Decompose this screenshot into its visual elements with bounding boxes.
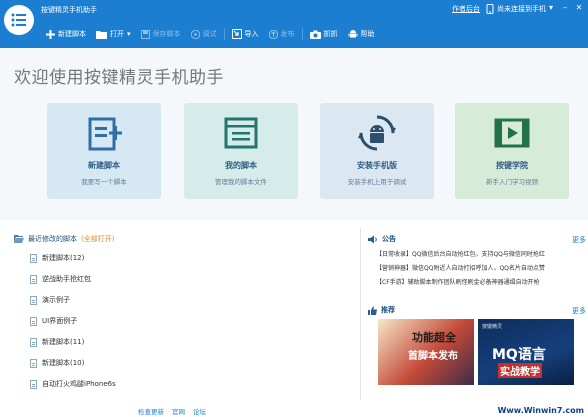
camera-icon bbox=[309, 30, 321, 39]
panel-divider bbox=[360, 228, 361, 400]
notice-panel: 公告 更多 【日常收录】QQ微信后台自动抢红包，支持QQ与微信同时抢红 【营销神… bbox=[368, 232, 588, 286]
open-button[interactable]: 打开 ▾ bbox=[91, 25, 136, 43]
card-subtitle: 我要写一个脚本 bbox=[81, 178, 127, 186]
skin-icon[interactable]: ▾ bbox=[546, 3, 556, 13]
help-button[interactable]: 帮助 bbox=[343, 25, 380, 43]
publish-icon bbox=[268, 29, 278, 39]
folder-open-icon bbox=[14, 235, 24, 243]
welcome-panel: 欢迎使用按键精灵手机助手 新建脚本 我要写一个脚本 我的脚本 管理我的脚本文件 bbox=[0, 48, 588, 220]
recommend-panel: 推荐 更多 功能超全 首脚本发布 按键精灵 MQ语言 实战教学 bbox=[368, 303, 588, 385]
list-item[interactable]: 【营销神器】微信QQ附近人自动打招呼加人，QQ名片自动点赞 bbox=[376, 263, 576, 272]
list-item[interactable]: 自动打火鸡腿iPhone6s bbox=[30, 378, 116, 390]
check-update-link[interactable]: 检查更新 bbox=[138, 406, 164, 416]
card-title: 按键学院 bbox=[496, 161, 528, 170]
card-title: 我的脚本 bbox=[225, 161, 257, 170]
notice-more-link[interactable]: 更多 bbox=[572, 235, 586, 245]
file-icon bbox=[30, 316, 37, 326]
toolbar: 新建脚本 打开 ▾ 保存脚本 调试 导入 发布 抓抓 帮助 bbox=[41, 25, 380, 43]
import-button[interactable]: 导入 bbox=[227, 25, 264, 43]
open-all-link[interactable]: (全部打开) bbox=[81, 234, 114, 244]
website-link[interactable]: 官网 bbox=[172, 406, 185, 416]
file-icon bbox=[30, 253, 37, 263]
plus-icon bbox=[46, 29, 55, 39]
toolbar-divider bbox=[223, 28, 225, 40]
forum-link[interactable]: 论坛 bbox=[193, 406, 206, 416]
recent-title: 最近修改的脚本 bbox=[28, 235, 77, 243]
phone-icon bbox=[486, 4, 494, 14]
list-item[interactable]: UI界面例子 bbox=[30, 315, 77, 327]
title-bar: 按键精灵手机助手 作者后台 尚未连接到手机 ▾ – ✕ 新建脚本 打开 ▾ 保存… bbox=[0, 0, 588, 48]
file-icon bbox=[30, 337, 37, 347]
android-install-icon bbox=[358, 115, 396, 151]
file-icon bbox=[30, 379, 37, 389]
app-title: 按键精灵手机助手 bbox=[41, 6, 97, 14]
speaker-icon bbox=[368, 235, 377, 243]
play-icon bbox=[190, 29, 200, 39]
my-scripts-card[interactable]: 我的脚本 管理我的脚本文件 bbox=[184, 103, 298, 199]
promo-banner[interactable]: 按键精灵 MQ语言 实战教学 bbox=[478, 319, 574, 385]
thumbs-up-icon bbox=[368, 306, 377, 315]
video-icon bbox=[494, 118, 530, 148]
list-item[interactable]: 演示例子 bbox=[30, 294, 70, 306]
recommend-title: 推荐 bbox=[381, 306, 395, 314]
card-subtitle: 安装手机上用于调试 bbox=[347, 178, 407, 186]
app-menu-button[interactable] bbox=[4, 5, 34, 35]
save-icon bbox=[140, 29, 150, 39]
publish-button[interactable]: 发布 bbox=[264, 25, 300, 43]
file-icon bbox=[30, 295, 37, 305]
footer-links: 检查更新 官网 论坛 bbox=[138, 406, 206, 416]
android-icon bbox=[348, 30, 358, 38]
debug-button[interactable]: 调试 bbox=[186, 25, 222, 43]
academy-card[interactable]: 按键学院 新手入门学习视频 bbox=[455, 103, 569, 199]
file-icon bbox=[30, 274, 37, 284]
phone-status[interactable]: 尚未连接到手机 bbox=[486, 4, 546, 14]
list-item[interactable]: 【CF手游】辅助脚本制作团队刷怪刷金必备神器通缉自动开枪 bbox=[376, 277, 576, 286]
list-item[interactable]: 新建脚本(10) bbox=[30, 357, 84, 369]
card-title: 新建脚本 bbox=[88, 161, 120, 170]
list-item[interactable]: 新建脚本(12) bbox=[30, 252, 84, 264]
author-backend-link[interactable]: 作者后台 bbox=[452, 4, 480, 14]
recent-scripts-panel: 最近修改的脚本 (全部打开) 新建脚本(12) 逆战助手抢红包 演示例子 UI界… bbox=[14, 232, 349, 389]
capture-button[interactable]: 抓抓 bbox=[305, 25, 343, 43]
promo-banner[interactable]: 功能超全 首脚本发布 bbox=[378, 319, 474, 385]
hamburger-icon bbox=[11, 13, 26, 27]
install-phone-card[interactable]: 安装手机版 安装手机上用于调试 bbox=[320, 103, 434, 199]
card-subtitle: 管理我的脚本文件 bbox=[215, 178, 267, 186]
notice-title: 公告 bbox=[382, 235, 396, 243]
new-script-button[interactable]: 新建脚本 bbox=[41, 25, 91, 43]
close-icon[interactable]: ✕ bbox=[574, 3, 584, 13]
recommend-more-link[interactable]: 更多 bbox=[572, 306, 586, 316]
phone-status-text: 尚未连接到手机 bbox=[497, 5, 546, 13]
file-icon bbox=[30, 358, 37, 368]
save-script-button[interactable]: 保存脚本 bbox=[136, 25, 186, 43]
new-script-icon bbox=[88, 117, 122, 151]
list-item[interactable]: 【日常收录】QQ微信后台自动抢红包，支持QQ与微信同时抢红 bbox=[376, 249, 576, 258]
folder-icon bbox=[96, 30, 107, 39]
toolbar-divider bbox=[301, 28, 303, 40]
my-scripts-icon bbox=[224, 117, 258, 149]
import-icon bbox=[231, 29, 242, 39]
minimize-icon[interactable]: – bbox=[560, 3, 570, 13]
chevron-down-icon: ▾ bbox=[127, 30, 131, 38]
list-item[interactable]: 逆战助手抢红包 bbox=[30, 273, 91, 285]
card-subtitle: 新手入门学习视频 bbox=[486, 178, 538, 186]
watermark: Www.Winwin7.com bbox=[497, 406, 584, 415]
welcome-title: 欢迎使用按键精灵手机助手 bbox=[14, 68, 224, 88]
list-item[interactable]: 新建脚本(11) bbox=[30, 336, 84, 348]
new-script-card[interactable]: 新建脚本 我要写一个脚本 bbox=[47, 103, 161, 199]
card-title: 安装手机版 bbox=[357, 161, 397, 170]
